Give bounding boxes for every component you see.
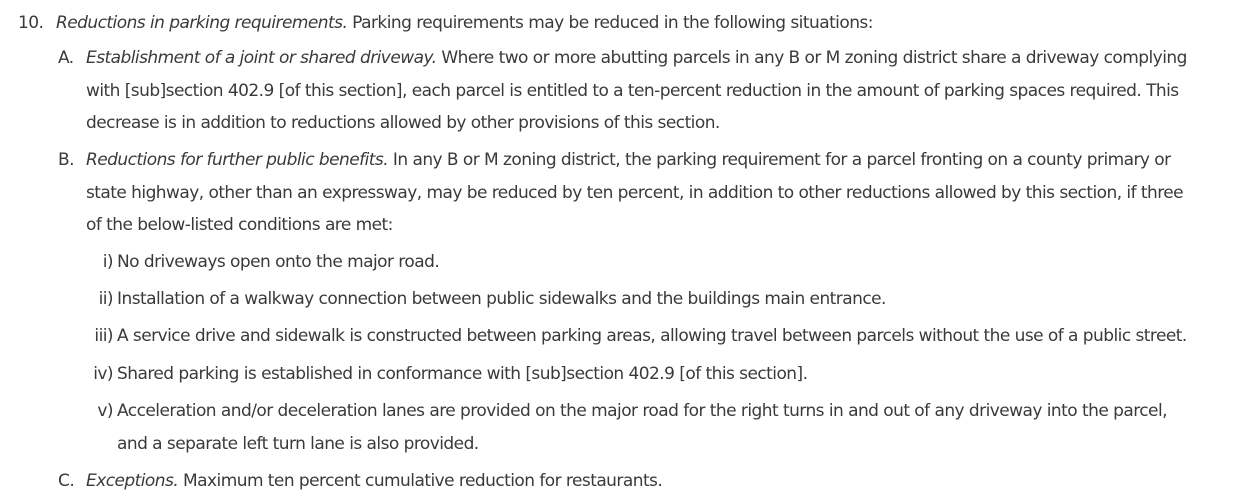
subitem-title: Establishment of a joint or shared drive… [86,48,437,68]
condition-marker: iii) [94,326,113,346]
condition-line: Shared parking is established in conform… [117,364,808,384]
subitem-line: with [sub]section 402.9 [of this section… [86,80,1179,101]
condition-line: No driveways open onto the major road. [117,252,440,272]
item-10-line: 10. Reductions in parking requirements. P… [18,7,1228,40]
item-title: Reductions in parking requirements. [56,13,348,33]
condition-body: Acceleration and/or deceleration lanes a… [117,395,1225,461]
subitem-text: Where two or more abutting parcels in an… [436,48,1187,68]
subitem-marker: B. [58,150,75,170]
subitem-line: Establishment of a joint or shared drive… [86,42,1231,75]
list-item-10: 10. Reductions in parking requirements. P… [18,7,1228,40]
condition-marker: iv) [93,364,113,384]
subitem-text: In any B or M zoning district, the parki… [388,150,1171,170]
condition-marker: v) [97,401,113,421]
subitem-body: Exceptions. Maximum ten percent cumulati… [86,465,1231,498]
condition-body: Installation of a walkway connection bet… [117,283,1225,316]
subitem-marker: C. [58,471,75,491]
condition-body: No driveways open onto the major road. [117,246,1225,279]
subitem-text: Maximum ten percent cumulative reduction… [178,471,663,491]
subitem-line: Exceptions. Maximum ten percent cumulati… [86,465,1231,498]
condition-line: and a separate left turn lane is also pr… [117,434,479,454]
subitem-line: Reductions for further public benefits. … [86,144,1231,177]
item-text: Parking requirements may be reduced in t… [347,13,873,33]
condition-line: Installation of a walkway connection bet… [117,289,886,309]
condition-marker: i) [102,252,114,272]
subitem-title: Reductions for further public benefits. [86,150,389,170]
condition-line: Acceleration and/or deceleration lanes a… [117,401,1168,421]
subitem-title: Exceptions. [86,471,179,491]
condition-body: A service drive and sidewalk is construc… [117,320,1225,353]
item-number: 10. [18,13,44,33]
subitem-line: decrease is in addition to reductions al… [86,113,720,133]
condition-marker: ii) [98,289,114,309]
condition-line: A service drive and sidewalk is construc… [117,326,1187,346]
subitem-body: Reductions for further public benefits. … [86,144,1231,242]
subitem-line: of the below-listed conditions are met: [86,215,393,235]
subitem-line: state highway, other than an expressway,… [86,182,1184,203]
subitem-marker: A. [58,48,74,68]
subitem-body: Establishment of a joint or shared drive… [86,42,1231,140]
condition-body: Shared parking is established in conform… [117,358,1225,391]
